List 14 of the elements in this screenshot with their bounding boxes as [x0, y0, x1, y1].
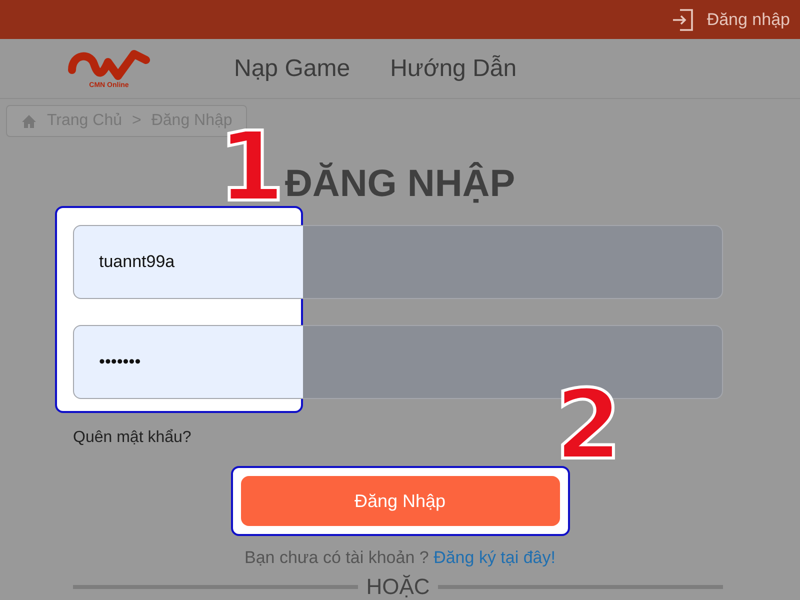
divider-label: HOẶC — [366, 574, 430, 600]
signup-text: Bạn chưa có tài khoản ? Đăng ký tại đây! — [244, 548, 556, 568]
login-button[interactable]: Đăng Nhập — [240, 476, 560, 526]
forgot-password-link[interactable]: Quên mật khẩu? — [73, 429, 192, 447]
page-title: ĐĂNG NHẬP — [284, 163, 516, 206]
login-link[interactable]: Đăng nhập — [670, 6, 790, 33]
home-icon — [21, 114, 37, 128]
separator: > — [132, 112, 142, 130]
login-icon — [670, 6, 695, 33]
logo-icon — [68, 48, 150, 82]
username-field[interactable]: tuannt99a — [73, 225, 723, 299]
nav-link[interactable]: Nạp Game — [234, 54, 350, 83]
step-number: 1 — [218, 130, 285, 205]
nav-link[interactable]: Hướng Dẫn — [390, 54, 517, 83]
